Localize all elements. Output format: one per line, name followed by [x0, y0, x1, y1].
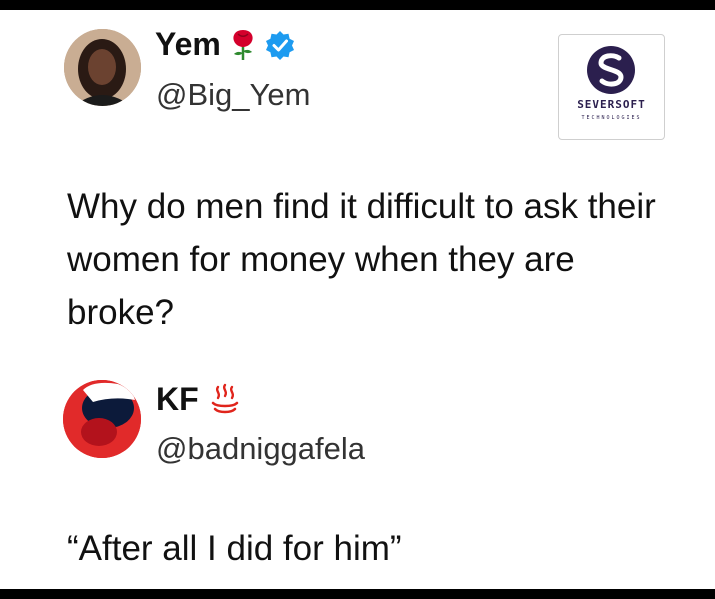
avatar-art-icon: [63, 380, 141, 458]
display-name-row[interactable]: KF: [156, 379, 241, 419]
avatar-photo-icon: [64, 29, 141, 106]
display-name[interactable]: KF: [156, 379, 199, 419]
brand-watermark: SEVERSOFT TECHNOLOGIES: [558, 34, 665, 140]
brand-tagline: TECHNOLOGIES: [581, 115, 642, 121]
rose-icon: [229, 27, 257, 61]
brand-name: SEVERSOFT: [577, 98, 646, 111]
verified-badge-icon: [265, 29, 295, 60]
avatar[interactable]: [64, 29, 141, 106]
avatar[interactable]: [63, 380, 141, 458]
tweet-text: Why do men find it difficult to ask thei…: [67, 187, 656, 332]
display-name-row[interactable]: Yem: [155, 24, 295, 64]
user-handle[interactable]: @Big_Yem: [156, 76, 310, 114]
tweet-text: “After all I did for him”: [67, 529, 402, 568]
top-border: [0, 0, 715, 10]
display-name[interactable]: Yem: [155, 24, 221, 64]
user-handle[interactable]: @badniggafela: [156, 430, 365, 468]
bottom-border: [0, 589, 715, 599]
hot-springs-icon: [209, 383, 241, 415]
seversoft-logo-icon: [587, 46, 635, 94]
